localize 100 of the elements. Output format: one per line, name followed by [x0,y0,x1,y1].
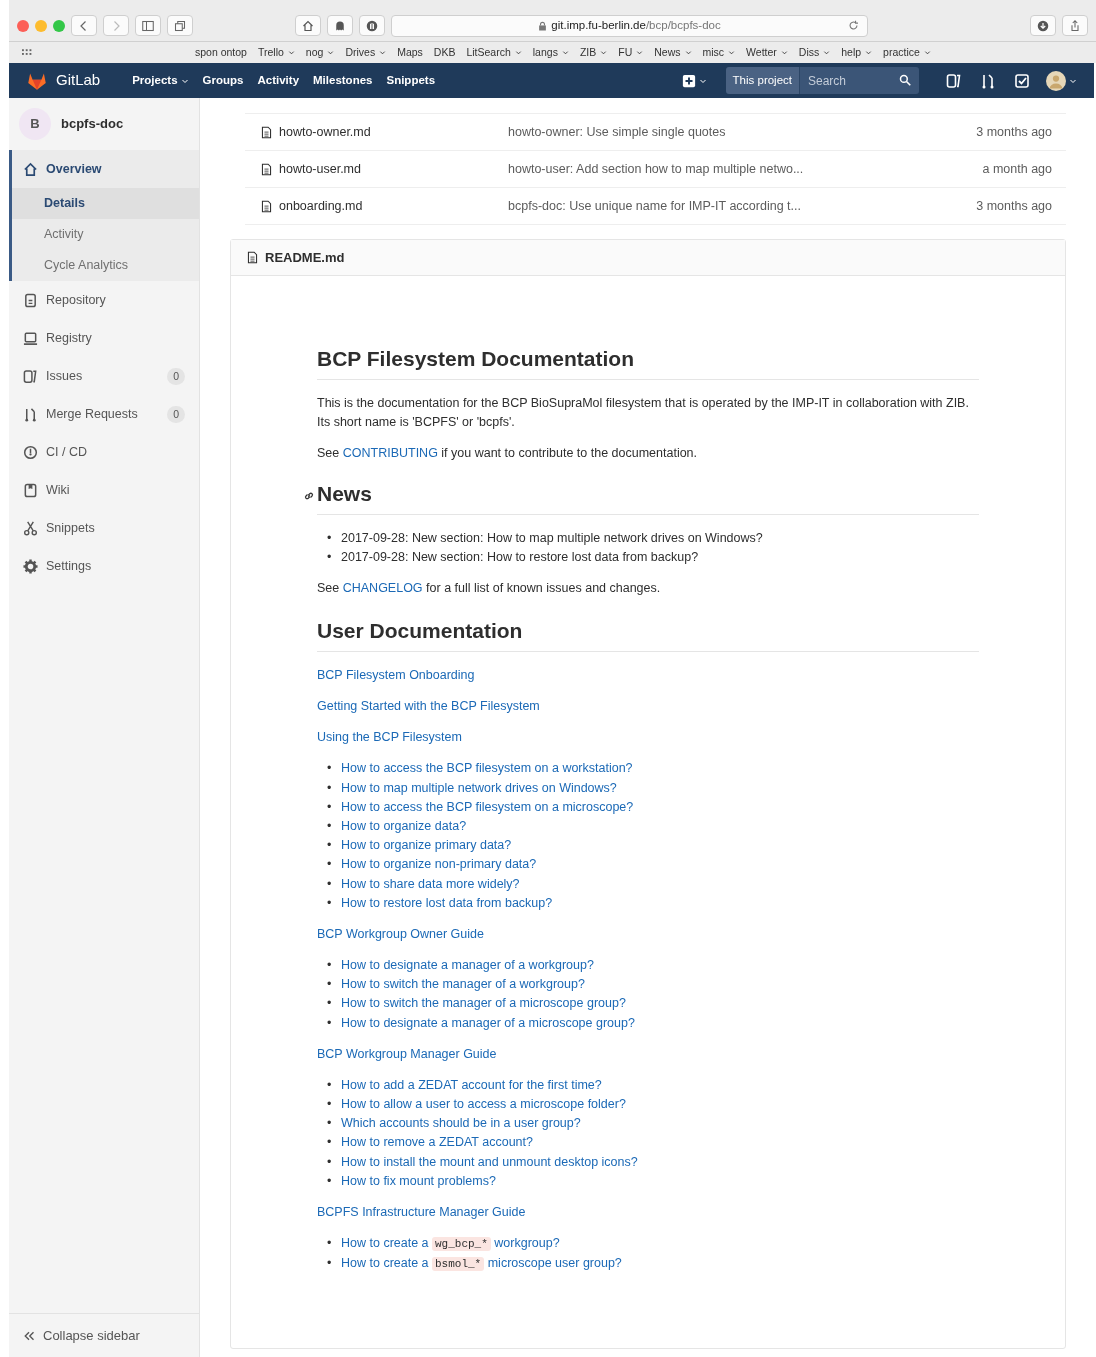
address-field[interactable]: git.imp.fu-berlin.de/bcp/bcpfs-doc [391,14,868,37]
bookmark-folder[interactable]: FU [618,44,644,61]
search-scope-label[interactable]: This project [725,67,799,94]
sidebar-item[interactable]: Settings [9,547,199,585]
doc-link[interactable]: How to switch the manager of a microscope group? [341,994,626,1014]
doc-link[interactable]: How to map multiple network drives on Windows? [341,778,617,798]
grid-icon[interactable] [21,47,33,58]
nav-link[interactable]: Groups [195,71,251,90]
anchor-link-icon[interactable] [303,490,315,502]
issues-icon[interactable] [946,72,962,89]
doc-link[interactable]: How to access the BCP filesystem on a workstation? [341,759,633,779]
nav-link[interactable]: Milestones [306,71,380,90]
doc-link[interactable]: How to organize data? [341,817,467,837]
doc-link[interactable]: How to install the mount and unmount desktop icons? [341,1152,638,1172]
search-field[interactable]: Search [799,67,919,94]
commit-message-link[interactable]: howto-user: Add section how to map multiple netwo... [508,159,983,179]
bookmark-folder[interactable]: ZIB [579,44,608,61]
caret-icon [514,49,522,56]
todo-check-icon[interactable] [1014,72,1030,89]
bookmark-folder[interactable]: News [654,44,692,61]
sidebar-item[interactable]: CI / CD [9,433,199,471]
nav-link[interactable]: Snippets [379,71,443,90]
tabs-button[interactable] [167,15,193,36]
sidebar-toggle-icon [142,19,154,32]
document-icon [23,292,38,308]
project-avatar: B [19,108,51,140]
sidebar-item[interactable]: Repository [9,281,199,319]
window-control-button[interactable] [17,19,29,32]
sidebar-item[interactable]: Merge Requests 0 [9,395,199,433]
commit-message-link[interactable]: bcpfs-doc: Use unique name for IMP-IT according t... [508,196,977,216]
bookmark-folder[interactable]: nog [305,44,335,61]
doc-link[interactable]: How to create a wg_bcp_* workgroup? [341,1234,560,1255]
doc-link[interactable]: How to switch the manager of a workgroup? [341,975,585,995]
section-link[interactable]: BCPFS Infrastructure Manager Guide [317,1205,526,1220]
bookmark-link[interactable]: spon ontop [195,44,247,61]
reload-icon[interactable] [848,20,859,31]
sidebar-item[interactable]: Wiki [9,471,199,509]
sidebar-toggle-button[interactable] [135,15,161,36]
bullet: • [326,1255,333,1273]
doc-link[interactable]: How to restore lost data from backup? [341,893,553,914]
doc-link[interactable]: How to add a ZEDAT account for the first time? [341,1075,602,1096]
doc-link[interactable]: CHANGELOG [342,581,423,596]
doc-link[interactable]: How to remove a ZEDAT account? [341,1133,533,1153]
doc-link[interactable]: How to designate a manager of a workgroup? [341,956,594,976]
sidebar-item[interactable]: Issues 0 [9,357,199,395]
sidebar-subitem[interactable]: Details [12,188,199,219]
ghost-button[interactable] [327,15,353,36]
bullet: • [326,1172,333,1190]
commit-time: 3 months ago [976,123,1052,141]
bookmark-folder[interactable]: LitSearch [466,44,522,61]
file-link[interactable]: onboarding.md [260,196,508,216]
merge-request-icon[interactable] [980,72,996,89]
bookmark-folder[interactable]: Trello [257,44,295,61]
bullet: • [326,875,333,893]
caret-icon [561,49,569,56]
doc-link[interactable]: How to share data more widely? [341,874,520,894]
bookmark-folder[interactable]: practice [883,44,931,61]
doc-link[interactable]: How to create a bsmol_* microscope user group? [341,1254,622,1275]
file-link[interactable]: howto-owner.md [260,122,508,142]
doc-link[interactable]: How to fix mount problems? [341,1171,496,1192]
project-name-link[interactable]: bcpfs-doc [61,114,124,134]
bookmark-folder[interactable]: help [841,44,873,61]
doc-link[interactable]: How to allow a user to access a microscope folder? [341,1095,626,1115]
doc-link[interactable]: How to organize non-primary data? [341,855,537,875]
commit-message-link[interactable]: howto-owner: Use simple single quotes [508,122,977,142]
section-link[interactable]: BCP Workgroup Manager Guide [317,1046,497,1061]
doc-link[interactable]: How to access the BCP filesystem on a microscope? [341,797,634,817]
doc-link[interactable]: Which accounts should be in a user group? [341,1114,581,1134]
bookmark-link[interactable]: DKB [433,44,456,61]
sidebar-item[interactable]: Overview [12,150,199,188]
doc-link[interactable]: How to organize primary data? [341,836,512,856]
section-link[interactable]: BCP Workgroup Owner Guide [317,927,484,942]
bullet: • [326,549,333,567]
home-button[interactable] [295,15,321,36]
bookmark-folder[interactable]: langs [532,44,569,61]
nav-link[interactable]: Activity [250,71,307,90]
bookmark-link[interactable]: Maps [397,44,423,61]
bookmark-folder[interactable]: misc [702,44,736,61]
section-link[interactable]: Using the BCP Filesystem [317,730,462,745]
doc-link[interactable]: How to designate a manager of a microscope group? [341,1013,635,1033]
bullet: • [326,957,333,975]
hand-button[interactable] [359,15,385,36]
section-link[interactable]: Getting Started with the BCP Filesystem [317,699,540,714]
readme-heading: BCP Filesystem Documentation [317,346,979,380]
file-link[interactable]: howto-user.md [260,159,508,179]
news-item: 2017-09-28: New section: How to map multiple network drives on Windows? [341,530,763,547]
bookmark-folder[interactable]: Drives [345,44,387,61]
sidebar-item[interactable]: Snippets [9,509,199,547]
book-icon [23,482,38,498]
collapse-sidebar-link[interactable]: Collapse sidebar [9,1313,199,1357]
download-button[interactable] [1030,15,1056,36]
sidebar-subitem[interactable]: Cycle Analytics [12,250,199,281]
gitlab-logo-link[interactable]: GitLab [19,69,108,92]
bookmark-folder[interactable]: Wetter [746,44,788,61]
section-link[interactable]: BCP Filesystem Onboarding [317,668,475,683]
bookmark-folder[interactable]: Diss [798,44,831,61]
doc-link[interactable]: CONTRIBUTING [342,446,438,460]
sidebar-subitem[interactable]: Activity [12,219,199,250]
sidebar-item[interactable]: Registry [9,319,199,357]
nav-link[interactable]: Projects [125,71,196,90]
